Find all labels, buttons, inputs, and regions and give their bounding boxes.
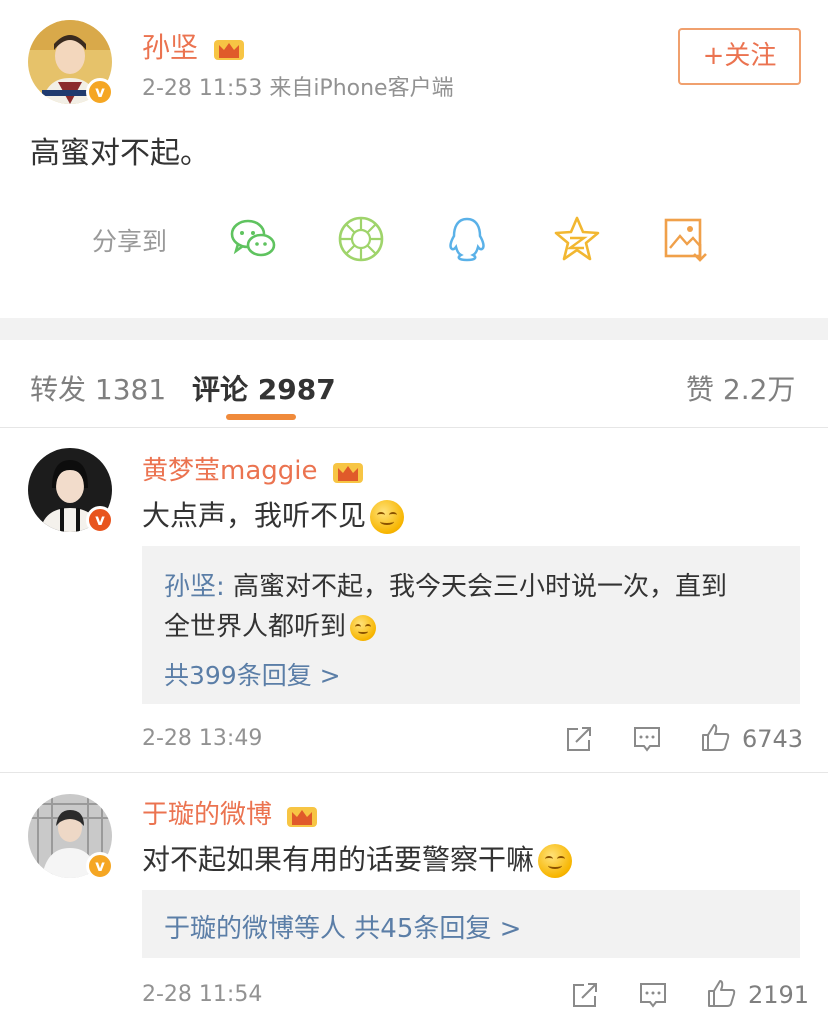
post-meta: 2-28 11:53 来自iPhone客户端 — [142, 76, 454, 101]
like-thumb-icon[interactable] — [706, 978, 736, 1008]
smile-emoji-icon — [350, 614, 377, 641]
active-tab-indicator — [226, 414, 296, 420]
tab-comments[interactable]: 评论 2987 — [192, 368, 336, 408]
qzone-icon[interactable] — [552, 214, 602, 264]
comment-avatar[interactable]: v — [28, 794, 114, 880]
reply-line: 全世界人都听到 — [164, 606, 377, 643]
comment-author-text[interactable]: 于璇的微博 — [142, 800, 272, 830]
comment-time: 2-28 11:54 — [142, 982, 263, 1007]
comment-text: 大点声，我听不见 — [142, 494, 405, 534]
reply-preview[interactable]: 孙坚: 高蜜对不起，我今天会三小时说一次，直到 全世界人都听到 共399条回复 … — [142, 546, 800, 704]
verified-badge-icon: v — [86, 78, 114, 106]
post-tabs: 转发 1381 评论 2987 赞 2.2万 — [0, 340, 828, 428]
reply-line: 于璇的微博等人 共45条回复 > — [164, 908, 521, 945]
wechat-icon[interactable] — [228, 214, 278, 264]
smile-emoji-icon — [538, 844, 573, 878]
comment-author[interactable]: 黄梦莹maggie — [142, 450, 364, 487]
vip-crown-icon — [332, 462, 363, 483]
share-label: 分享到 — [92, 227, 168, 256]
comment-time: 2-28 13:49 — [142, 726, 263, 751]
comment-text-content: 对不起如果有用的话要警察干嘛 — [142, 843, 535, 876]
verified-badge-icon: v — [86, 852, 114, 880]
qq-icon[interactable] — [442, 214, 492, 264]
reply-author[interactable]: 于璇的微博等人 — [164, 914, 346, 944]
save-image-icon[interactable] — [660, 214, 710, 264]
like-count: 6743 — [742, 725, 804, 753]
comment-icon[interactable] — [638, 980, 668, 1010]
reply-line: 孙坚: 高蜜对不起，我今天会三小时说一次，直到 — [164, 566, 727, 603]
reply-text-line1: 高蜜对不起，我今天会三小时说一次，直到 — [224, 572, 728, 602]
more-replies-link[interactable]: 共399条回复 > — [164, 656, 341, 692]
vip-crown-icon — [213, 40, 244, 60]
comment-author[interactable]: 于璇的微博 — [142, 794, 318, 831]
comment-text-content: 大点声，我听不见 — [142, 499, 367, 532]
vip-crown-icon — [287, 806, 318, 827]
follow-button[interactable]: +关注 — [678, 28, 801, 85]
tab-likes[interactable]: 赞 2.2万 — [686, 368, 795, 408]
like-thumb-icon[interactable] — [700, 722, 730, 752]
comment-avatar[interactable]: v — [28, 448, 114, 534]
reply-text-line2: 全世界人都听到 — [164, 612, 347, 642]
smile-emoji-icon — [370, 500, 405, 534]
weibo-post: v 孙坚 2-28 11:53 来自iPhone客户端 +关注 高蜜对不起。 分… — [0, 0, 828, 318]
share-icon[interactable] — [564, 724, 594, 754]
like-count: 2191 — [748, 981, 810, 1009]
poster-name[interactable]: 孙坚 — [142, 26, 245, 66]
post-text: 高蜜对不起。 — [30, 136, 210, 171]
more-replies-link[interactable]: 共45条回复 > — [346, 914, 521, 944]
poster-name-text[interactable]: 孙坚 — [142, 31, 198, 64]
comment-icon[interactable] — [632, 724, 662, 754]
reply-preview[interactable]: 于璇的微博等人 共45条回复 > — [142, 890, 800, 958]
avatar[interactable]: v — [28, 20, 114, 106]
moments-icon[interactable] — [336, 214, 386, 264]
comment-text: 对不起如果有用的话要警察干嘛 — [142, 838, 573, 878]
verified-badge-icon: v — [86, 506, 114, 534]
comment-separator — [0, 772, 828, 773]
share-icon[interactable] — [570, 980, 600, 1010]
section-divider — [0, 318, 828, 340]
comment-author-text[interactable]: 黄梦莹maggie — [142, 456, 318, 486]
tab-reposts[interactable]: 转发 1381 — [30, 368, 166, 408]
reply-author[interactable]: 孙坚: — [164, 572, 225, 602]
